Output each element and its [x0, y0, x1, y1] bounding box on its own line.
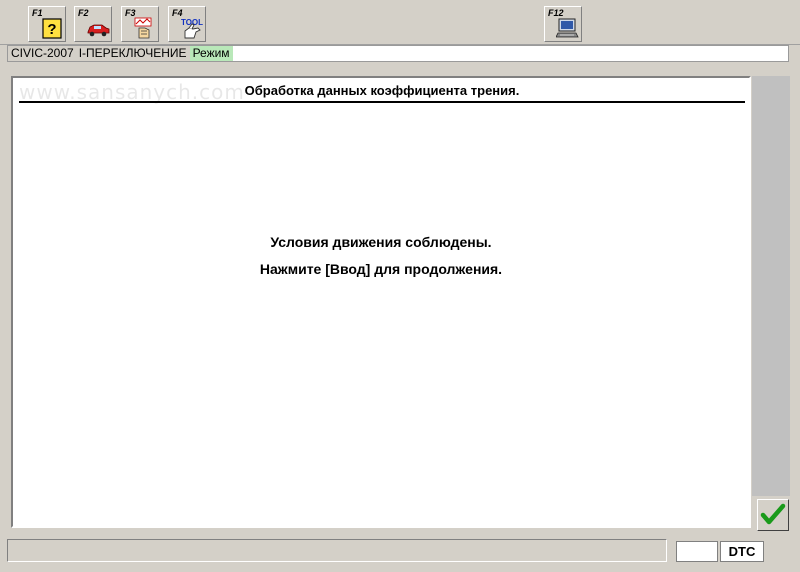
svg-text:?: ? — [47, 21, 56, 38]
bottom-status-bar — [7, 539, 667, 562]
f1-help-button[interactable]: F1 ? — [28, 6, 66, 42]
message-line-1: Условия движения соблюдены. — [270, 234, 492, 250]
f3-data-button[interactable]: F3 — [121, 6, 159, 42]
main-panel: www.sansanych.com Обработка данных коэфф… — [11, 76, 751, 528]
mode-label: Режим — [189, 46, 233, 61]
dtc-indicator[interactable]: DTC — [720, 541, 764, 562]
side-track — [752, 76, 790, 496]
toolbar: F1 ? F2 F3 F4 TOOL F12 — [0, 0, 800, 45]
f12-computer-button[interactable]: F12 — [544, 6, 582, 42]
computer-icon — [556, 18, 579, 38]
f4-tool-button[interactable]: F4 TOOL — [168, 6, 206, 42]
data-icon — [134, 17, 152, 39]
help-icon: ? — [42, 18, 62, 39]
vehicle-model-label: CIVIC-2007 — [8, 46, 77, 61]
f2-vehicle-button[interactable]: F2 — [74, 6, 112, 42]
function-label: I-ПЕРЕКЛЮЧЕНИЕ — [76, 46, 190, 61]
checkmark-icon — [760, 503, 786, 525]
ok-enter-button[interactable] — [757, 499, 789, 531]
message-line-2: Нажмите [Ввод] для продолжения. — [259, 261, 503, 277]
car-icon — [87, 24, 110, 37]
vehicle-status-line: CIVIC-2007 I-ПЕРЕКЛЮЧЕНИЕ Режим — [7, 45, 789, 62]
panel-title: Обработка данных коэффициента трения. — [19, 81, 745, 103]
tool-icon: TOOL — [181, 18, 203, 39]
dtc-count-field — [676, 541, 718, 562]
